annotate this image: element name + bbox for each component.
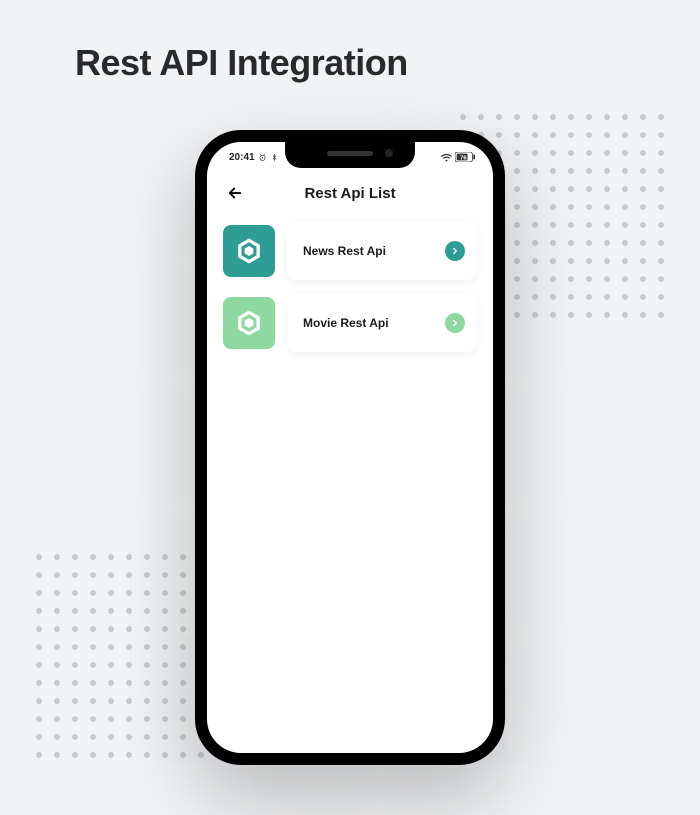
list-item-icon bbox=[223, 225, 275, 277]
chevron-right-icon bbox=[450, 318, 460, 328]
nav-title: Rest Api List bbox=[207, 185, 493, 202]
list-item-card: Movie Rest Api bbox=[287, 294, 477, 352]
hex-logo-icon bbox=[234, 308, 264, 338]
list-item-icon bbox=[223, 297, 275, 349]
nav-bar: Rest Api List bbox=[207, 172, 493, 214]
list-item-arrow bbox=[445, 241, 465, 261]
page-title: Rest API Integration bbox=[75, 42, 408, 84]
list-item-arrow bbox=[445, 313, 465, 333]
hex-logo-icon bbox=[234, 236, 264, 266]
phone-notch bbox=[285, 142, 415, 168]
list-item[interactable]: News Rest Api bbox=[223, 222, 477, 280]
back-button[interactable] bbox=[223, 181, 247, 205]
list-item-card: News Rest Api bbox=[287, 222, 477, 280]
status-alarm-icon bbox=[258, 153, 267, 162]
wifi-icon bbox=[441, 153, 452, 162]
list-item-label: Movie Rest Api bbox=[303, 316, 389, 330]
phone-frame: 20:41 76 Rest Api List News Rest Api bbox=[195, 130, 505, 765]
svg-text:76: 76 bbox=[460, 156, 467, 162]
arrow-left-icon bbox=[226, 184, 244, 202]
list-item-label: News Rest Api bbox=[303, 244, 386, 258]
api-list: News Rest Api Movie Rest Api bbox=[207, 214, 493, 360]
phone-screen: 20:41 76 Rest Api List News Rest Api bbox=[207, 142, 493, 753]
status-time: 20:41 bbox=[229, 152, 255, 163]
battery-icon: 76 bbox=[455, 152, 475, 162]
status-mute-icon bbox=[270, 153, 279, 162]
list-item[interactable]: Movie Rest Api bbox=[223, 294, 477, 352]
chevron-right-icon bbox=[450, 246, 460, 256]
